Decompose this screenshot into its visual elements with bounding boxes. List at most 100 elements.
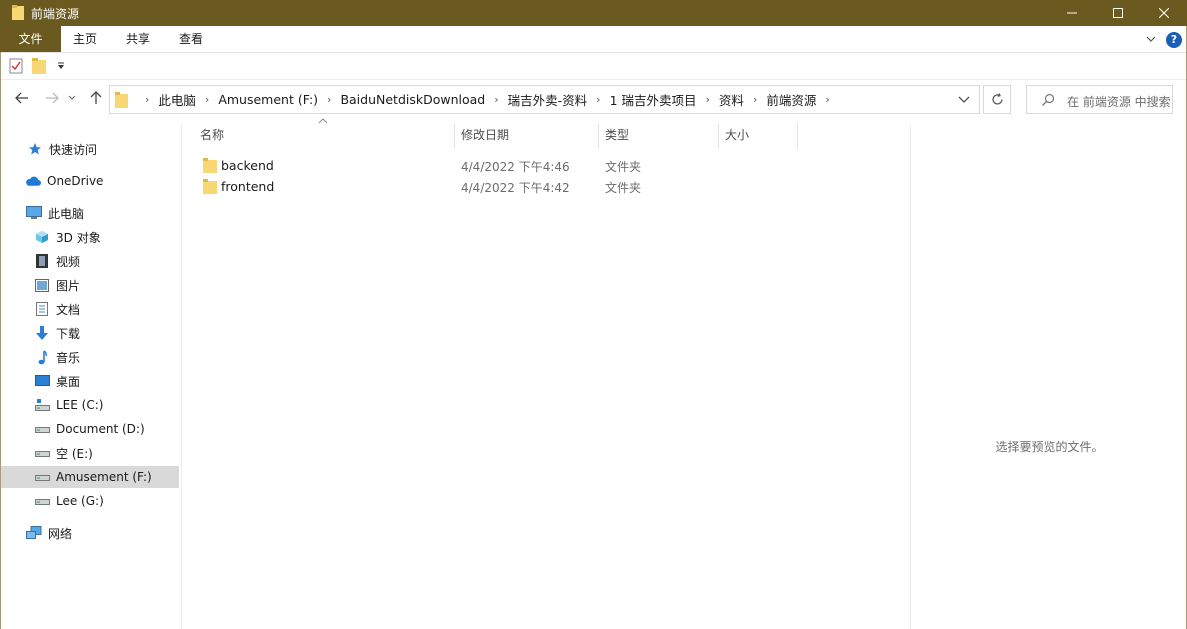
sidebar-item-label: Amusement (F:) [56,470,152,484]
address-history-dropdown-icon[interactable] [958,94,970,104]
properties-icon[interactable] [9,58,23,74]
sidebar-item-label: 下载 [56,326,81,341]
breadcrumb-drive-f[interactable]: Amusement (F:) [218,92,318,107]
sidebar-item-videos[interactable]: 视频 [34,250,80,272]
breadcrumb-separator[interactable]: › [494,93,498,106]
file-row-frontend[interactable]: frontend 4/4/2022 下午4:42 文件夹 [198,176,798,197]
maximize-icon [1113,8,1123,18]
up-button[interactable] [87,89,105,107]
breadcrumb-separator[interactable]: › [825,93,829,106]
drive-icon [34,469,50,485]
forward-button[interactable] [43,89,61,107]
breadcrumb-separator[interactable]: › [753,93,757,106]
column-divider[interactable] [718,124,719,148]
sidebar-item-label: OneDrive [47,174,104,188]
drive-icon [34,493,50,509]
sidebar-item-drive-g[interactable]: Lee (G:) [34,490,104,512]
network-icon [26,525,42,541]
breadcrumb: › 此电脑 › Amusement (F:) › BaiduNetdiskDow… [136,86,839,113]
file-type: 文件夹 [605,181,642,195]
sidebar-item-pictures[interactable]: 图片 [34,274,80,296]
cube-icon [34,229,50,245]
sidebar-item-onedrive[interactable]: OneDrive [25,170,103,192]
sidebar-item-label: 空 (E:) [56,446,93,461]
address-bar[interactable]: › 此电脑 › Amusement (F:) › BaiduNetdiskDow… [109,85,980,114]
title-bar: 前端资源 [0,0,1187,26]
breadcrumb-separator[interactable]: › [327,93,331,106]
column-divider[interactable] [598,124,599,148]
document-icon [34,301,50,317]
sidebar-item-label: 桌面 [56,374,81,389]
sidebar-item-downloads[interactable]: 下载 [34,322,80,344]
search-icon [1042,93,1055,106]
sidebar-item-desktop[interactable]: 桌面 [34,370,80,392]
column-header-date[interactable]: 修改日期 [461,124,599,148]
sidebar-item-3d-objects[interactable]: 3D 对象 [34,226,101,248]
tab-file[interactable]: 文件 [0,26,61,52]
close-icon [1159,8,1169,18]
column-header-size[interactable]: 大小 [725,124,797,148]
breadcrumb-baidunetdiskdownload[interactable]: BaiduNetdiskDownload [340,92,485,107]
window-border [0,26,1,629]
tab-share[interactable]: 共享 [113,26,163,52]
sidebar-item-label: Lee (G:) [56,494,104,508]
breadcrumb-current[interactable]: 前端资源 [766,90,816,109]
sidebar-item-music[interactable]: 音乐 [34,346,80,368]
film-icon [34,253,50,269]
sidebar-item-drive-e[interactable]: 空 (E:) [34,442,93,464]
tab-home[interactable]: 主页 [61,26,109,52]
desktop-icon [34,373,50,389]
sidebar-item-drive-f[interactable]: Amusement (F:) [1,466,179,488]
column-header-type[interactable]: 类型 [605,124,718,148]
file-row-backend[interactable]: backend 4/4/2022 下午4:46 文件夹 [198,155,798,176]
customize-toolbar-icon[interactable] [57,62,65,70]
minimize-icon [1067,12,1077,14]
star-icon [27,141,43,157]
recent-locations-button[interactable] [66,89,78,107]
sidebar-item-network[interactable]: 网络 [26,522,72,544]
file-modified-date: 4/4/2022 下午4:42 [461,181,570,195]
sidebar-item-drive-c[interactable]: LEE (C:) [34,394,103,416]
sidebar-item-label: 视频 [56,254,81,269]
sidebar-item-quick-access[interactable]: 快速访问 [27,138,97,160]
breadcrumb-separator[interactable]: › [145,93,149,106]
folder-icon [203,158,217,173]
breadcrumb-separator[interactable]: › [596,93,600,106]
help-icon[interactable]: ? [1166,32,1182,48]
column-divider[interactable] [454,124,455,148]
maximize-button[interactable] [1095,0,1141,26]
minimize-button[interactable] [1049,0,1095,26]
arrow-left-icon [15,92,28,104]
sidebar-item-label: 音乐 [56,350,81,365]
breadcrumb-materials[interactable]: 资料 [719,90,744,109]
folder-icon [203,179,217,194]
search-box[interactable]: 在 前端资源 中搜索 [1026,85,1173,114]
system-drive-icon [34,397,50,413]
cloud-icon [25,173,41,189]
window-title: 前端资源 [31,7,80,21]
sidebar-item-drive-d[interactable]: Document (D:) [34,418,145,440]
arrow-up-icon [90,91,102,104]
music-icon [34,349,50,365]
refresh-button[interactable] [983,85,1011,114]
column-header-name[interactable]: 名称 [200,124,454,148]
sidebar-item-this-pc[interactable]: 此电脑 [26,202,84,224]
sidebar-item-label: 图片 [56,278,81,293]
breadcrumb-separator[interactable]: › [706,93,710,106]
sidebar-item-label: 此电脑 [48,206,85,221]
expand-ribbon-icon[interactable] [1144,32,1158,46]
breadcrumb-this-pc[interactable]: 此电脑 [158,90,196,109]
tab-view[interactable]: 查看 [167,26,215,52]
sidebar-item-label: 网络 [48,526,73,541]
file-name: backend [221,158,274,173]
arrow-right-icon [46,92,59,104]
back-button[interactable] [13,89,31,107]
close-button[interactable] [1141,0,1187,26]
breadcrumb-separator[interactable]: › [205,93,209,106]
breadcrumb-materials-root[interactable]: 瑞吉外卖-资料 [508,90,588,109]
sidebar-item-documents[interactable]: 文档 [34,298,80,320]
breadcrumb-project[interactable]: 1 瑞吉外卖项目 [610,90,697,109]
new-folder-icon[interactable] [32,58,46,74]
column-divider[interactable] [797,124,798,148]
chevron-down-icon [68,95,76,100]
